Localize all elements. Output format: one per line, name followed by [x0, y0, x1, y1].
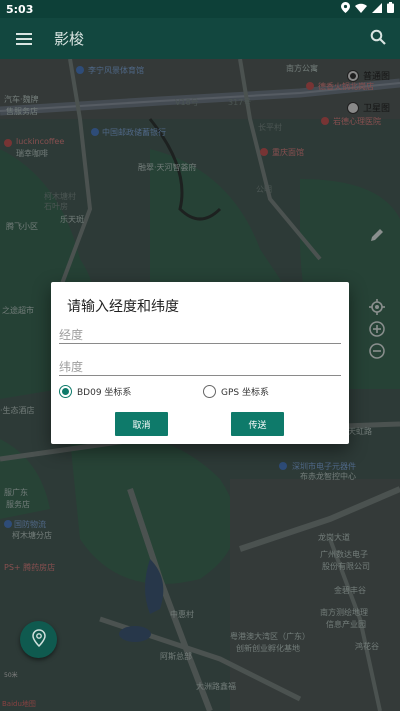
map-label: 粤港澳大湾区（广东） [230, 632, 310, 641]
map-label: ·生态酒店 [0, 406, 35, 415]
layer-label-satellite: 卫星图 [362, 104, 390, 114]
zoom-in-icon[interactable] [369, 321, 385, 337]
layer-option-satellite[interactable]: 卫星图 [346, 101, 390, 114]
dialog-title: 请输入经度和纬度 [67, 299, 179, 315]
edit-icon[interactable] [369, 227, 385, 243]
map-label: 德香火锅北岗店 [318, 82, 374, 91]
map-label: 长平村 [258, 123, 282, 132]
map-label: 广州数达电子 [320, 550, 368, 559]
map-label: 李宁风景体育馆 [88, 66, 144, 75]
map-label: 股份有限公司 [322, 562, 370, 571]
map-label: 融翠·天河智荟府 [138, 163, 197, 172]
map-label: 信息产业园 [326, 620, 366, 629]
map-label: 创新创业孵化基地 [236, 644, 300, 653]
app-title: 影梭 [54, 30, 85, 48]
longitude-field[interactable] [59, 324, 341, 345]
wifi-icon [355, 3, 367, 16]
map-label: 服广东 [4, 488, 28, 497]
map-label: 龙岗大道 [318, 533, 350, 542]
map-label: 南方测绘地理 [320, 608, 368, 617]
map-label: 岩德心理医院 [333, 117, 381, 126]
signal-icon [372, 2, 382, 16]
location-fab-button[interactable] [20, 621, 57, 658]
status-time: 5:03 [6, 2, 34, 16]
my-location-icon[interactable] [369, 299, 385, 315]
map-scale: 50米 [4, 672, 18, 679]
layer-option-normal[interactable]: 普通图 [346, 69, 390, 82]
map-label: 腾飞小区 [6, 222, 38, 231]
map-label: 乐天斑 [60, 215, 84, 224]
baidu-logo: Baidu地图 [2, 700, 36, 708]
radio-gps[interactable] [203, 385, 216, 398]
map-label: 中惠村 [170, 610, 194, 619]
map-label: luckincoffee [16, 137, 65, 146]
search-icon[interactable] [370, 29, 386, 49]
location-status-icon [341, 2, 350, 16]
radio-label-gps: GPS 坐标系 [221, 388, 269, 398]
map-label: 服务店 [6, 500, 30, 509]
coord-option-gps[interactable]: GPS 坐标系 [203, 385, 269, 398]
latitude-input[interactable] [59, 357, 341, 377]
battery-icon [387, 2, 394, 16]
send-button[interactable]: 传送 [231, 412, 284, 436]
layer-radio-normal[interactable] [346, 69, 359, 82]
map-label: 石叶房 [44, 202, 68, 211]
coordinate-dialog: 请输入经度和纬度 BD09 坐标系 GPS 坐标系 取消 传送 [51, 282, 349, 444]
map-label: 金碧丰谷 [334, 586, 366, 595]
map-label: 鸿花谷 [355, 642, 379, 651]
menu-icon[interactable] [16, 30, 32, 48]
status-bar: 5:03 [0, 0, 400, 18]
map-label: 南方公寓 [286, 64, 318, 73]
layer-label-normal: 普通图 [362, 72, 390, 82]
map-label: 317号 [228, 98, 252, 107]
map-label: 之途超市 [2, 306, 34, 315]
map-label: 大洲路鑫福 [196, 682, 236, 691]
status-icons [341, 2, 394, 16]
latitude-field[interactable] [59, 356, 341, 377]
radio-label-bd09: BD09 坐标系 [77, 388, 132, 398]
map-label: 阿斯总部 [160, 652, 192, 661]
coord-option-bd09[interactable]: BD09 坐标系 [59, 385, 131, 398]
map-label: 公明 [256, 185, 272, 194]
map-label: 瑞幸咖啡 [16, 149, 48, 158]
cancel-button[interactable]: 取消 [115, 412, 168, 436]
map-label: 汽车·魏牌 [4, 95, 39, 104]
app-bar: 影梭 [0, 18, 400, 59]
radio-bd09[interactable] [59, 385, 72, 398]
map-label: 中国邮政储蓄银行 [102, 128, 166, 137]
map-label: 重庆面馆 [272, 148, 304, 157]
map-label: 柯木塘分店 [12, 531, 52, 540]
map-label: 售服务店 [6, 107, 38, 116]
layer-radio-satellite[interactable] [346, 101, 359, 114]
map-label: V18号 [175, 98, 199, 107]
zoom-out-icon[interactable] [369, 343, 385, 359]
map-label: 天虹路 [348, 427, 372, 436]
map-label: 布赤龙智控中心 [300, 472, 356, 481]
longitude-input[interactable] [59, 325, 341, 345]
location-pin-icon [31, 628, 47, 651]
map-label: 国防物流 [14, 520, 46, 529]
map-label: PS+ 腾药房店 [4, 563, 56, 572]
